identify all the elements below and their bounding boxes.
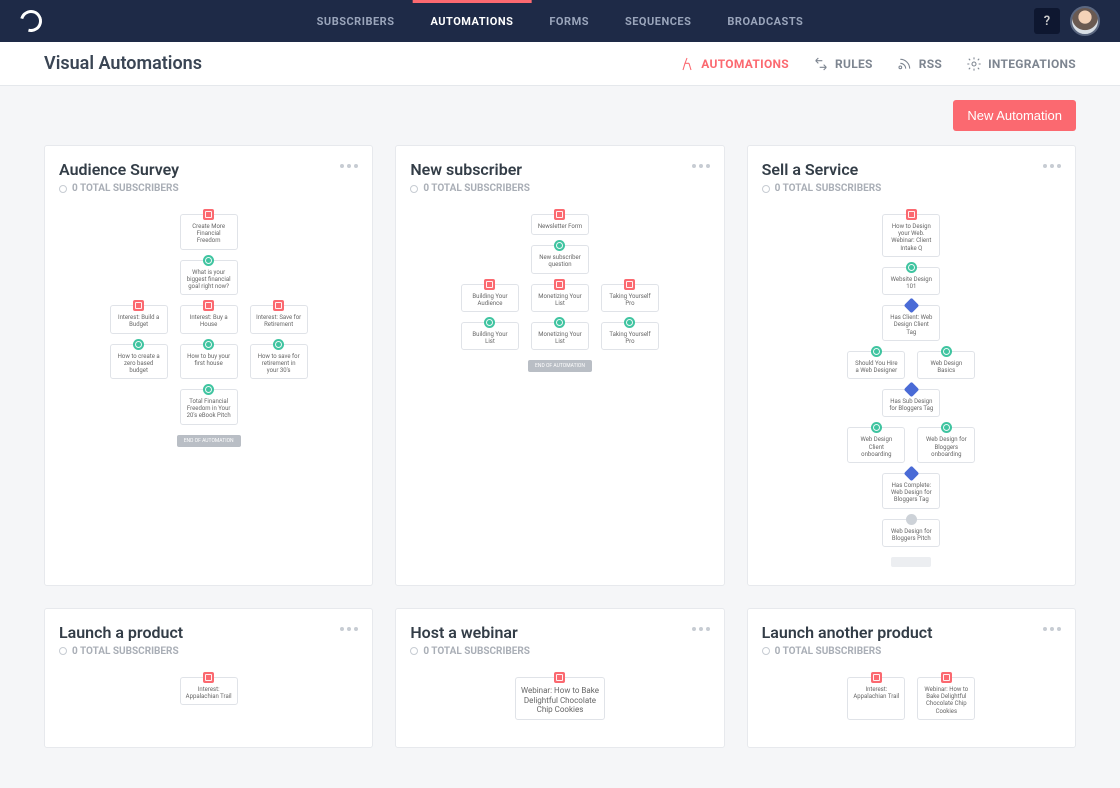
card-title: Host a webinar bbox=[410, 623, 530, 642]
flow-node: Web Design Client onboarding bbox=[861, 436, 893, 457]
integrations-icon bbox=[966, 56, 982, 72]
subtab-integrations[interactable]: INTEGRATIONS bbox=[966, 56, 1076, 72]
automations-icon bbox=[679, 56, 695, 72]
avatar[interactable] bbox=[1070, 6, 1100, 36]
flow-node: Building Your List bbox=[472, 331, 507, 345]
card-title: Audience Survey bbox=[59, 160, 179, 179]
subtab-label: INTEGRATIONS bbox=[988, 57, 1076, 71]
flow-node: Create More Financial Freedom bbox=[192, 223, 225, 244]
flow-end: END OF AUTOMATION bbox=[177, 435, 241, 447]
flow-node: How to create a zero based budget bbox=[118, 353, 160, 374]
subtab-rss[interactable]: RSS bbox=[897, 56, 942, 72]
automation-card-audience-survey[interactable]: Audience Survey 0 TOTAL SUBSCRIBERS Crea… bbox=[44, 145, 373, 586]
top-nav-right: ? bbox=[1034, 6, 1100, 36]
nav-forms[interactable]: FORMS bbox=[531, 0, 607, 42]
flow-node: How to save for retirement in your 30's bbox=[258, 353, 300, 374]
card-menu-icon[interactable] bbox=[692, 623, 710, 631]
flow-node: How to Design your Web. Webinar: Client … bbox=[891, 223, 931, 252]
flow-node: Total Financial Freedom in Your 20's eBo… bbox=[187, 398, 231, 419]
flow-node: Website Design 101 bbox=[891, 276, 932, 290]
card-title: Launch a product bbox=[59, 623, 183, 642]
help-button[interactable]: ? bbox=[1034, 8, 1060, 34]
flow-node: Monetizing Your List bbox=[538, 331, 581, 345]
flow-end bbox=[891, 557, 931, 567]
rules-icon bbox=[813, 56, 829, 72]
subtab-label: RSS bbox=[919, 57, 942, 71]
nav-broadcasts[interactable]: BROADCASTS bbox=[709, 0, 821, 42]
flow-node: Building Your Audience bbox=[472, 293, 507, 307]
flow-node: Interest: Save for Retirement bbox=[256, 314, 301, 328]
flow-node: Should You Hire a Web Designer bbox=[855, 360, 897, 374]
top-nav-menu: SUBSCRIBERS AUTOMATIONS FORMS SEQUENCES … bbox=[299, 0, 822, 42]
flow-node: Has Sub Design for Bloggers Tag bbox=[889, 398, 933, 412]
flow-preview: Newsletter Form New subscriber question … bbox=[410, 214, 709, 372]
flow-node: Interest: Buy a House bbox=[190, 314, 228, 328]
subtab-label: RULES bbox=[835, 57, 873, 71]
card-title: Launch another product bbox=[762, 623, 933, 642]
flow-node: Newsletter Form bbox=[538, 223, 582, 230]
subtab-automations[interactable]: AUTOMATIONS bbox=[679, 56, 789, 72]
flow-node: Web Design for Bloggers Pitch bbox=[891, 528, 932, 542]
automations-grid: Audience Survey 0 TOTAL SUBSCRIBERS Crea… bbox=[0, 145, 1120, 788]
card-subscribers: 0 TOTAL SUBSCRIBERS bbox=[762, 646, 933, 657]
page-title: Visual Automations bbox=[44, 53, 202, 74]
card-title: Sell a Service bbox=[762, 160, 882, 179]
flow-node: Webinar: How to Bake Delightful Chocolat… bbox=[521, 686, 599, 714]
card-menu-icon[interactable] bbox=[692, 160, 710, 168]
flow-node: What is your biggest financial goal righ… bbox=[187, 269, 231, 290]
subtab-rules[interactable]: RULES bbox=[813, 56, 873, 72]
card-subscribers: 0 TOTAL SUBSCRIBERS bbox=[762, 183, 882, 194]
card-subscribers: 0 TOTAL SUBSCRIBERS bbox=[59, 646, 183, 657]
logo-icon[interactable] bbox=[16, 6, 46, 36]
nav-subscribers[interactable]: SUBSCRIBERS bbox=[299, 0, 413, 42]
flow-node: Interest: Build a Budget bbox=[118, 314, 159, 328]
automation-card-host-a-webinar[interactable]: Host a webinar 0 TOTAL SUBSCRIBERS Webin… bbox=[395, 608, 724, 748]
flow-node: Webinar: How to Bake Delightful Chocolat… bbox=[924, 686, 968, 715]
card-subscribers: 0 TOTAL SUBSCRIBERS bbox=[59, 183, 179, 194]
card-menu-icon[interactable] bbox=[1043, 160, 1061, 168]
automation-card-launch-a-product[interactable]: Launch a product 0 TOTAL SUBSCRIBERS Int… bbox=[44, 608, 373, 748]
flow-end: END OF AUTOMATION bbox=[528, 360, 592, 372]
flow-node: Taking Yourself Pro bbox=[609, 331, 650, 345]
card-menu-icon[interactable] bbox=[340, 623, 358, 631]
flow-preview: Interest: Appalachian Trail bbox=[59, 677, 358, 705]
flow-node: Interest: Appalachian Trail bbox=[186, 686, 232, 700]
flow-preview: Webinar: How to Bake Delightful Chocolat… bbox=[410, 677, 709, 720]
flow-node: New subscriber question bbox=[539, 254, 581, 268]
card-menu-icon[interactable] bbox=[340, 160, 358, 168]
toolbar: New Automation bbox=[0, 86, 1120, 145]
flow-node: Has Complete: Web Design for Bloggers Ta… bbox=[891, 482, 932, 503]
flow-node: Monetizing Your List bbox=[538, 293, 581, 307]
top-nav: SUBSCRIBERS AUTOMATIONS FORMS SEQUENCES … bbox=[0, 0, 1120, 42]
automation-card-sell-a-service[interactable]: Sell a Service 0 TOTAL SUBSCRIBERS How t… bbox=[747, 145, 1076, 586]
automation-card-launch-another-product[interactable]: Launch another product 0 TOTAL SUBSCRIBE… bbox=[747, 608, 1076, 748]
flow-node: Interest: Appalachian Trail bbox=[853, 686, 899, 700]
flow-node: Has Client: Web Design Client Tag bbox=[890, 314, 932, 335]
rss-icon bbox=[897, 56, 913, 72]
nav-automations[interactable]: AUTOMATIONS bbox=[412, 0, 531, 42]
flow-node: Web Design for Bloggers onboarding bbox=[926, 436, 967, 457]
card-subscribers: 0 TOTAL SUBSCRIBERS bbox=[410, 183, 530, 194]
subtab-label: AUTOMATIONS bbox=[701, 57, 789, 71]
card-subscribers: 0 TOTAL SUBSCRIBERS bbox=[410, 646, 530, 657]
new-automation-button[interactable]: New Automation bbox=[953, 100, 1076, 131]
flow-node: How to buy your first house bbox=[187, 353, 230, 367]
flow-preview: Interest: Appalachian Trail Webinar: How… bbox=[762, 677, 1061, 720]
card-title: New subscriber bbox=[410, 160, 530, 179]
flow-preview: How to Design your Web. Webinar: Client … bbox=[762, 214, 1061, 567]
flow-node: Web Design Basics bbox=[931, 360, 963, 374]
flow-preview: Create More Financial Freedom What is yo… bbox=[59, 214, 358, 447]
nav-sequences[interactable]: SEQUENCES bbox=[607, 0, 709, 42]
card-menu-icon[interactable] bbox=[1043, 623, 1061, 631]
subheader-tabs: AUTOMATIONS RULES RSS INTEGRATIONS bbox=[679, 56, 1076, 72]
subheader: Visual Automations AUTOMATIONS RULES RSS… bbox=[0, 42, 1120, 86]
automation-card-new-subscriber[interactable]: New subscriber 0 TOTAL SUBSCRIBERS Newsl… bbox=[395, 145, 724, 586]
flow-node: Taking Yourself Pro bbox=[609, 293, 650, 307]
